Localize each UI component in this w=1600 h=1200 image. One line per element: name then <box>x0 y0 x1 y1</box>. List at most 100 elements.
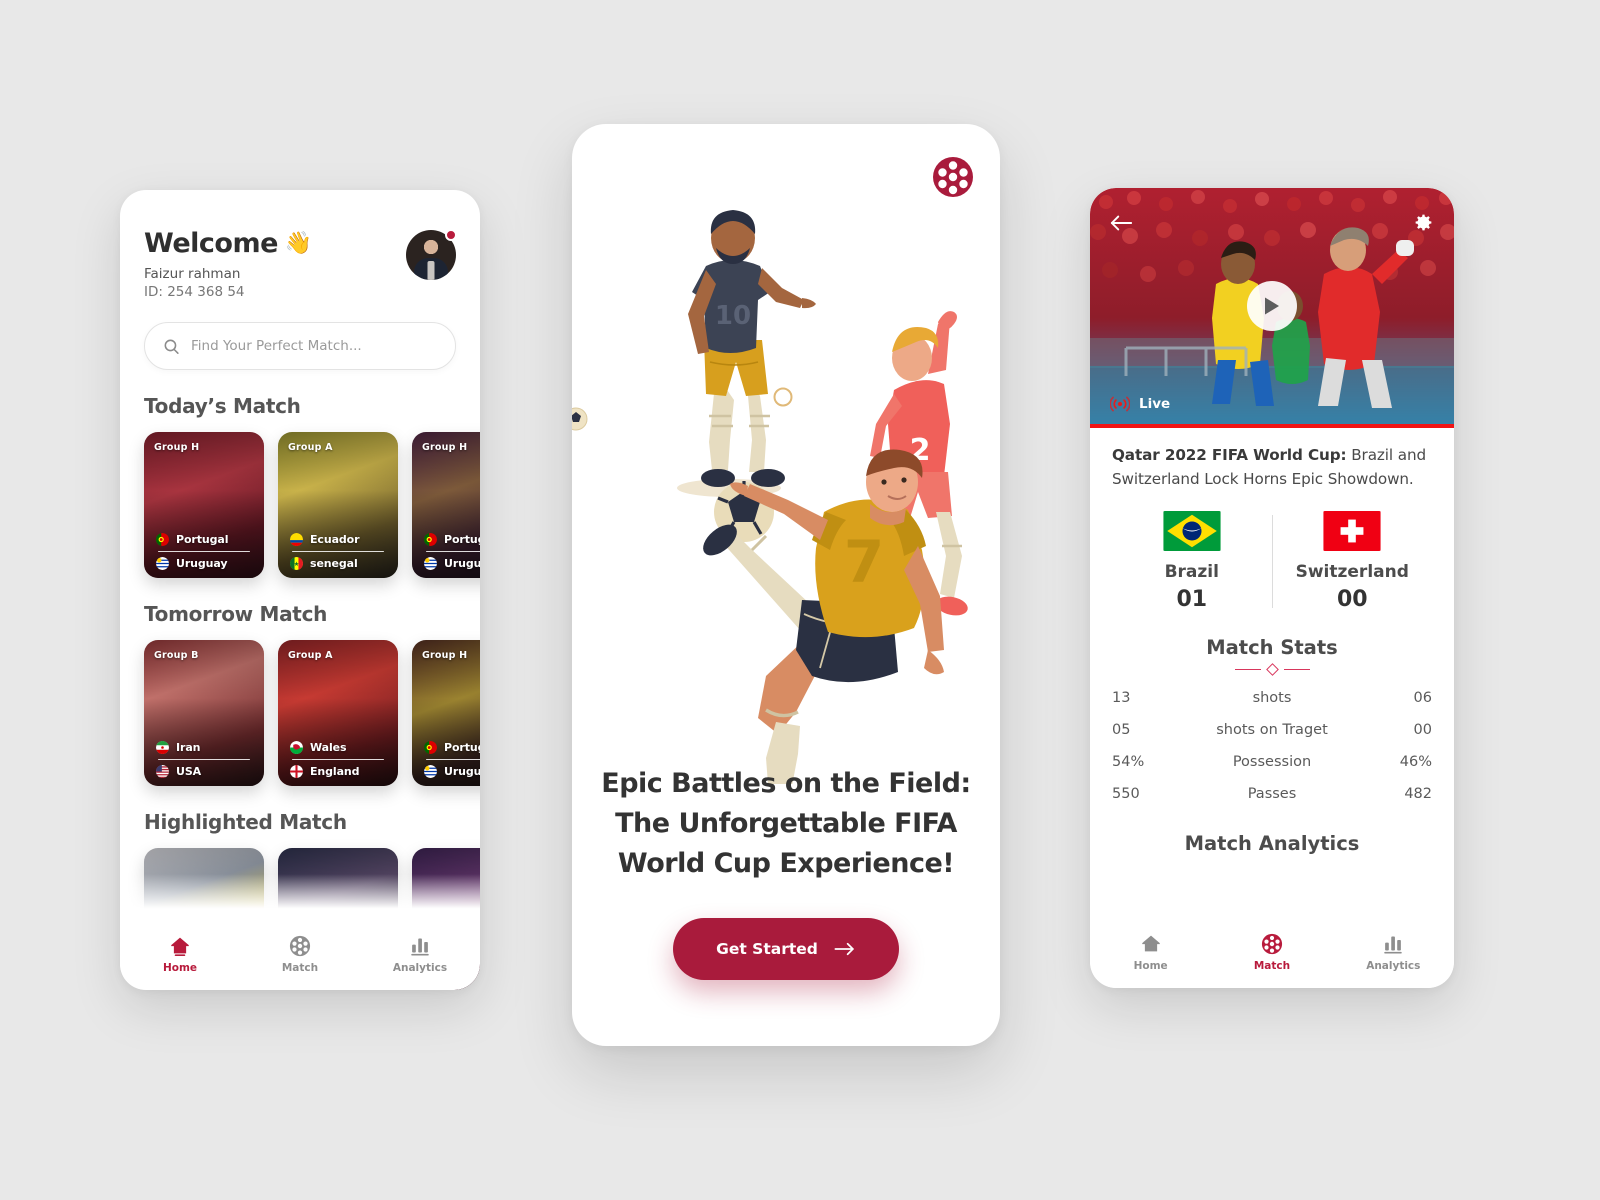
flag-uy-icon <box>424 765 437 778</box>
card-teams: Ecuador senegal <box>278 532 398 570</box>
stat-label: shots <box>1252 690 1292 707</box>
svg-text:10: 10 <box>715 301 751 331</box>
settings-button[interactable] <box>1413 212 1434 237</box>
flag-pt-icon <box>156 532 169 546</box>
bottom-navigation: Home Match Analytics <box>1090 916 1454 988</box>
stat-row: 13 shots 06 <box>1112 690 1432 706</box>
card-team-2: Uruguay <box>424 557 480 570</box>
bar-chart-icon-wrap <box>1382 933 1404 955</box>
soccer-ball-logo <box>932 156 974 202</box>
flag-us-icon <box>156 765 169 778</box>
nav-label-match: Match <box>281 961 319 974</box>
nav-item-match[interactable]: Match <box>260 935 340 974</box>
card-team-divider <box>158 550 250 552</box>
gear-icon <box>1415 214 1432 231</box>
stat-value-away: 00 <box>1413 722 1432 739</box>
phone-onboarding-screen: 10 2 7 Epic Battles on the Field: The Un… <box>572 124 1000 1046</box>
team-name-home: Brazil <box>1164 562 1219 583</box>
user-name: Faizur rahman <box>144 266 241 282</box>
flag-en-icon <box>290 765 303 778</box>
card-team-divider <box>426 550 480 552</box>
avatar[interactable] <box>406 229 457 280</box>
card-group-label: Group B <box>154 650 199 661</box>
live-label: Live <box>1139 396 1171 412</box>
home-header: Welcome 👋 Faizur rahman ID: 254 368 54 <box>144 228 457 300</box>
home-icon <box>1141 935 1160 952</box>
section-0: Today’s Match Group H Portugal Uruguay Group… <box>144 394 480 578</box>
nav-item-home[interactable]: Home <box>1111 933 1191 972</box>
nav-label-analytics: Analytics <box>392 961 448 974</box>
live-broadcast-icon <box>1110 396 1130 412</box>
notification-dot-icon <box>445 229 457 241</box>
card-team-2-label: Uruguay <box>444 557 480 570</box>
stat-value-away: 482 <box>1404 786 1432 803</box>
waving-hand-icon: 👋 <box>284 231 312 256</box>
match-card-row[interactable]: Group H Portugal Uruguay Group A Ecuador sene… <box>144 432 480 578</box>
search-input[interactable]: Find Your Perfect Match... <box>144 322 456 370</box>
match-analytics-heading: Match Analytics <box>1184 832 1360 856</box>
bottom-navigation: Home Match Analytics <box>120 918 480 990</box>
section-title: Today’s Match <box>144 394 301 418</box>
ball-icon <box>289 935 311 956</box>
team-block-away: Switzerland 00 <box>1273 511 1433 612</box>
card-team-2: Uruguay <box>424 765 480 778</box>
brazil-flag-icon <box>1163 511 1221 552</box>
match-card[interactable]: Group H Portugal Uruguay <box>412 640 480 786</box>
card-team-2-label: England <box>310 765 360 778</box>
play-button[interactable] <box>1247 281 1297 331</box>
stat-row: 54% Possession 46% <box>1112 754 1432 770</box>
match-card[interactable]: Group H Portugal Uruguay <box>412 432 480 578</box>
bar-chart-icon-wrap <box>409 935 431 957</box>
card-team-1-label: Iran <box>176 740 201 754</box>
card-team-1: Ecuador <box>290 532 386 546</box>
get-started-label: Get Started <box>716 940 818 958</box>
card-group-label: Group H <box>422 650 468 661</box>
card-team-divider <box>292 758 384 760</box>
team-name-away: Switzerland <box>1295 562 1409 583</box>
card-team-divider <box>158 758 250 760</box>
card-team-2: USA <box>156 765 252 778</box>
match-card-row[interactable]: Group B Iran USA Group A Wales England Group H… <box>144 640 480 786</box>
card-group-label: Group A <box>288 442 333 453</box>
card-team-1: Iran <box>156 740 252 754</box>
card-teams: Portugal Uruguay <box>144 532 264 570</box>
stat-row: 550 Passes 482 <box>1112 786 1432 802</box>
nav-label-match: Match <box>1253 959 1291 972</box>
stat-value-home: 13 <box>1112 690 1131 707</box>
match-card[interactable]: Group H Portugal Uruguay <box>144 432 264 578</box>
match-card[interactable]: Group A Wales England <box>278 640 398 786</box>
card-group-label: Group H <box>154 442 200 453</box>
switzerland-flag-icon <box>1323 511 1381 552</box>
flag-pt-icon <box>424 532 437 546</box>
nav-item-match[interactable]: Match <box>1232 933 1312 972</box>
flag-uy-icon <box>156 557 169 570</box>
match-card[interactable]: Group B Iran USA <box>144 640 264 786</box>
user-id: ID: 254 368 54 <box>144 284 245 300</box>
back-button[interactable] <box>1110 214 1133 236</box>
stat-value-home: 550 <box>1112 786 1140 803</box>
bar-chart-icon <box>1384 936 1403 954</box>
nav-item-analytics[interactable]: Analytics <box>380 935 460 974</box>
nav-item-home[interactable]: Home <box>140 935 220 974</box>
card-team-1: Portugal <box>156 532 252 546</box>
section-title: Highlighted Match <box>144 810 347 834</box>
match-stats-table: 13 shots 06 05 shots on Traget 00 54% Possessio… <box>1112 690 1432 802</box>
match-card[interactable]: Group A Ecuador senegal <box>278 432 398 578</box>
card-teams: Wales England <box>278 740 398 778</box>
card-team-1-label: Portugal <box>176 532 229 546</box>
get-started-button[interactable]: Get Started <box>673 918 899 980</box>
stat-value-home: 54% <box>1112 754 1145 771</box>
stat-label: Passes <box>1247 786 1297 803</box>
match-video-thumbnail[interactable]: Live <box>1090 188 1454 424</box>
onboarding-headline: Epic Battles on the Field: The Unforgett… <box>601 768 971 880</box>
team-block-home: Brazil 01 <box>1112 511 1272 612</box>
nav-label-home: Home <box>1133 959 1168 972</box>
card-team-1-label: Ecuador <box>310 532 360 546</box>
card-group-label: Group A <box>288 650 333 661</box>
card-team-2: senegal <box>290 557 386 570</box>
phone-match-detail-screen: Live Qatar 2022 FIFA World Cup: Brazil a… <box>1090 188 1454 988</box>
nav-item-analytics[interactable]: Analytics <box>1353 933 1433 972</box>
ball-icon <box>1261 933 1283 954</box>
search-placeholder: Find Your Perfect Match... <box>191 338 362 354</box>
flag-sn-icon <box>290 557 303 570</box>
